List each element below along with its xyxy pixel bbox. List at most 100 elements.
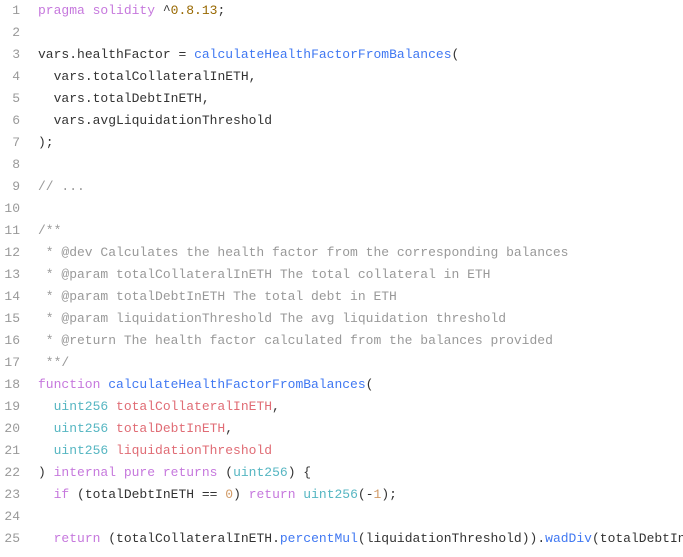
token-punct: . xyxy=(272,531,280,546)
line-number: 8 xyxy=(0,154,20,176)
code-line: pragma solidity ^0.8.13; xyxy=(30,0,683,22)
line-number: 18 xyxy=(0,374,20,396)
token-kw: return xyxy=(249,487,304,502)
token-punct: ) { xyxy=(288,465,311,480)
token-kw: returns xyxy=(163,465,225,480)
token-punct: . xyxy=(85,91,93,106)
token-param: totalDebtInETH xyxy=(116,421,225,436)
line-number: 14 xyxy=(0,286,20,308)
token-comment: * @param liquidationThreshold The avg li… xyxy=(38,311,506,326)
token-type: uint256 xyxy=(303,487,358,502)
token-ident: totalDebtInETH xyxy=(85,487,202,502)
code-line: vars.totalDebtInETH, xyxy=(30,88,683,110)
token-ident: vars xyxy=(38,69,85,84)
token-ident: liquidationThreshold xyxy=(366,531,522,546)
token-punct: ( xyxy=(358,487,366,502)
line-number: 2 xyxy=(0,22,20,44)
code-line: ) internal pure returns (uint256) { xyxy=(30,462,683,484)
token-comment: * @return The health factor calculated f… xyxy=(38,333,553,348)
line-number: 24 xyxy=(0,506,20,528)
line-number-gutter: 1234567891011121314151617181920212223242… xyxy=(0,0,30,550)
token-punct: . xyxy=(69,47,77,62)
token-punct: ; xyxy=(217,3,225,18)
line-number: 19 xyxy=(0,396,20,418)
code-line: // ... xyxy=(30,176,683,198)
token-op: = xyxy=(171,47,194,62)
token-fn: percentMul xyxy=(280,531,358,546)
token-punct: . xyxy=(85,113,93,128)
line-number: 15 xyxy=(0,308,20,330)
line-number: 11 xyxy=(0,220,20,242)
token-ident: totalDebtInETH xyxy=(93,91,202,106)
line-number: 21 xyxy=(0,440,20,462)
token-fn: calculateHealthFactorFromBalances xyxy=(194,47,451,62)
token-punct: ( xyxy=(108,531,116,546)
code-line: uint256 totalCollateralInETH, xyxy=(30,396,683,418)
token-ident: avgLiquidationThreshold xyxy=(93,113,272,128)
token-ident xyxy=(38,487,54,502)
token-ident xyxy=(38,531,54,546)
token-num: 0 xyxy=(225,487,233,502)
code-line: if (totalDebtInETH == 0) return uint256(… xyxy=(30,484,683,506)
token-kw: solidity xyxy=(93,3,163,18)
token-kw: return xyxy=(54,531,109,546)
token-comment: /** xyxy=(38,223,61,238)
token-comment: * @param totalCollateralInETH The total … xyxy=(38,267,490,282)
token-punct: , xyxy=(202,91,210,106)
token-kw: internal xyxy=(54,465,124,480)
token-punct: ( xyxy=(452,47,460,62)
line-number: 10 xyxy=(0,198,20,220)
code-line: * @return The health factor calculated f… xyxy=(30,330,683,352)
token-comment: * @dev Calculates the health factor from… xyxy=(38,245,569,260)
token-op: - xyxy=(366,487,374,502)
token-type: uint256 xyxy=(38,443,116,458)
code-line xyxy=(30,154,683,176)
token-kw: function xyxy=(38,377,108,392)
token-type: uint256 xyxy=(38,421,116,436)
token-kw: pure xyxy=(124,465,163,480)
code-content: pragma solidity ^0.8.13;vars.healthFacto… xyxy=(30,0,683,550)
code-line xyxy=(30,22,683,44)
token-punct: )). xyxy=(522,531,545,546)
token-ident: healthFactor xyxy=(77,47,171,62)
token-ident: totalCollateralInETH xyxy=(93,69,249,84)
token-kw: pragma xyxy=(38,3,93,18)
line-number: 4 xyxy=(0,66,20,88)
line-number: 13 xyxy=(0,264,20,286)
token-ident: totalDebtInETH xyxy=(600,531,683,546)
line-number: 22 xyxy=(0,462,20,484)
code-line: /** xyxy=(30,220,683,242)
token-punct: ( xyxy=(77,487,85,502)
code-block: 1234567891011121314151617181920212223242… xyxy=(0,0,683,550)
line-number: 12 xyxy=(0,242,20,264)
token-ident: vars xyxy=(38,47,69,62)
token-punct: ( xyxy=(366,377,374,392)
token-kw: if xyxy=(54,487,77,502)
token-version: 0.8.13 xyxy=(171,3,218,18)
line-number: 17 xyxy=(0,352,20,374)
token-type: uint256 xyxy=(233,465,288,480)
code-line: vars.avgLiquidationThreshold xyxy=(30,110,683,132)
token-punct: ^ xyxy=(163,3,171,18)
token-op: == xyxy=(202,487,225,502)
line-number: 6 xyxy=(0,110,20,132)
code-line: vars.totalCollateralInETH, xyxy=(30,66,683,88)
code-line: * @param totalDebtInETH The total debt i… xyxy=(30,286,683,308)
token-comment: // ... xyxy=(38,179,85,194)
token-ident: totalCollateralInETH xyxy=(116,531,272,546)
token-punct: . xyxy=(85,69,93,84)
token-punct: ) xyxy=(233,487,249,502)
code-line: uint256 totalDebtInETH, xyxy=(30,418,683,440)
code-line: ); xyxy=(30,132,683,154)
token-type: uint256 xyxy=(38,399,116,414)
line-number: 7 xyxy=(0,132,20,154)
line-number: 3 xyxy=(0,44,20,66)
line-number: 9 xyxy=(0,176,20,198)
token-fn: wadDiv xyxy=(545,531,592,546)
token-comment: **/ xyxy=(38,355,69,370)
token-fn: calculateHealthFactorFromBalances xyxy=(108,377,365,392)
token-ident: vars xyxy=(38,91,85,106)
token-param: liquidationThreshold xyxy=(116,443,272,458)
token-punct: ); xyxy=(38,135,54,150)
token-punct: ( xyxy=(358,531,366,546)
